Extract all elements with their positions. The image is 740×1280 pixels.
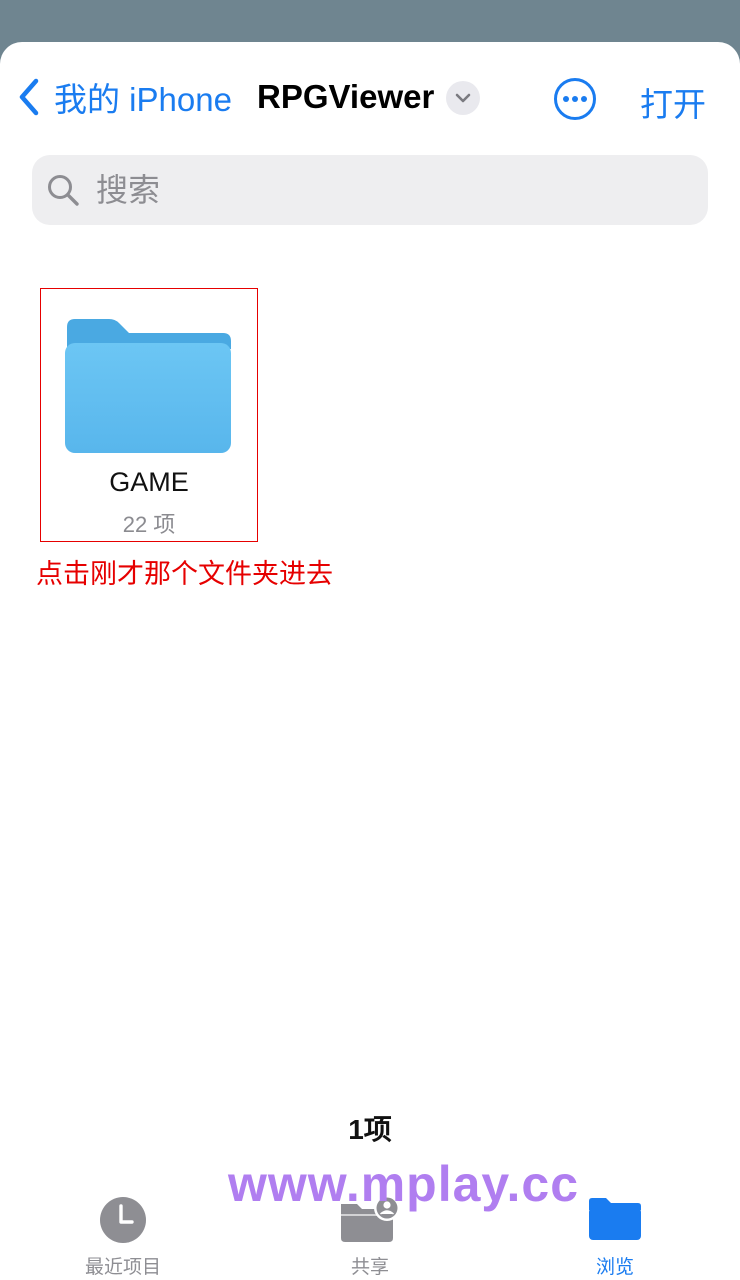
back-label: 我的 iPhone (54, 81, 232, 118)
tab-shared-label: 共享 (350, 1257, 389, 1278)
open-button[interactable]: 打开 (640, 78, 706, 126)
folder-name: GAME (109, 467, 189, 497)
watermark: www.mplay.cc (228, 1156, 580, 1212)
navigation-bar: 我的 iPhone RPGViewer 打开 (0, 42, 740, 152)
search-icon (48, 175, 79, 206)
instruction-annotation: 点击刚才那个文件夹进去 (36, 559, 333, 589)
chevron-left-icon (19, 78, 39, 116)
files-sheet: 我的 iPhone RPGViewer 打开 搜索 GAME 22 项 点击刚才… (0, 42, 740, 1280)
clock-icon (100, 1197, 146, 1243)
search-input[interactable] (94, 170, 658, 210)
tab-recents[interactable]: 最近项目 (53, 1190, 193, 1280)
folder-icon (65, 319, 231, 453)
items-count-label: 1项 (348, 1114, 392, 1145)
tab-recents-label: 最近项目 (84, 1257, 161, 1278)
chevron-down-icon (455, 93, 471, 103)
page-title[interactable]: RPGViewer (257, 78, 434, 116)
more-options-icon[interactable] (553, 77, 597, 121)
folder-item-game[interactable]: GAME 22 项 (40, 288, 258, 542)
back-button[interactable]: 我的 iPhone (14, 75, 232, 119)
folder-item-count: 22 项 (122, 512, 176, 537)
title-menu-button[interactable] (446, 81, 480, 115)
tab-browse-label: 浏览 (595, 1257, 634, 1278)
search-bar[interactable] (32, 155, 708, 225)
folder-icon (589, 1198, 641, 1240)
